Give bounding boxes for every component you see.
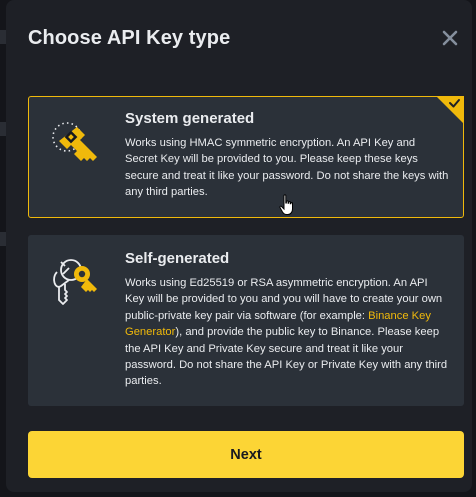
close-button[interactable] <box>440 28 460 48</box>
close-icon <box>442 30 458 46</box>
option-self-generated[interactable]: Self-generated Works using Ed25519 or RS… <box>28 235 464 406</box>
option-text: System generated Works using HMAC symmet… <box>125 110 449 201</box>
api-key-type-modal: Choose API Key type System generated Wor… <box>6 0 472 492</box>
modal-title: Choose API Key type <box>28 27 231 49</box>
option-system-generated[interactable]: System generated Works using HMAC symmet… <box>28 96 464 218</box>
option-text: Self-generated Works using Ed25519 or RS… <box>125 250 449 390</box>
next-button[interactable]: Next <box>28 431 464 478</box>
selected-check-badge <box>428 96 464 124</box>
hand-pointer-cursor-icon <box>279 194 293 215</box>
option-title: System generated <box>125 110 255 127</box>
option-description: Works using Ed25519 or RSA asymmetric en… <box>125 275 449 390</box>
option-title: Self-generated <box>125 250 230 267</box>
keys-icon <box>47 256 107 316</box>
option-description: Works using HMAC symmetric encryption. A… <box>125 137 449 199</box>
key-icon <box>47 115 107 175</box>
